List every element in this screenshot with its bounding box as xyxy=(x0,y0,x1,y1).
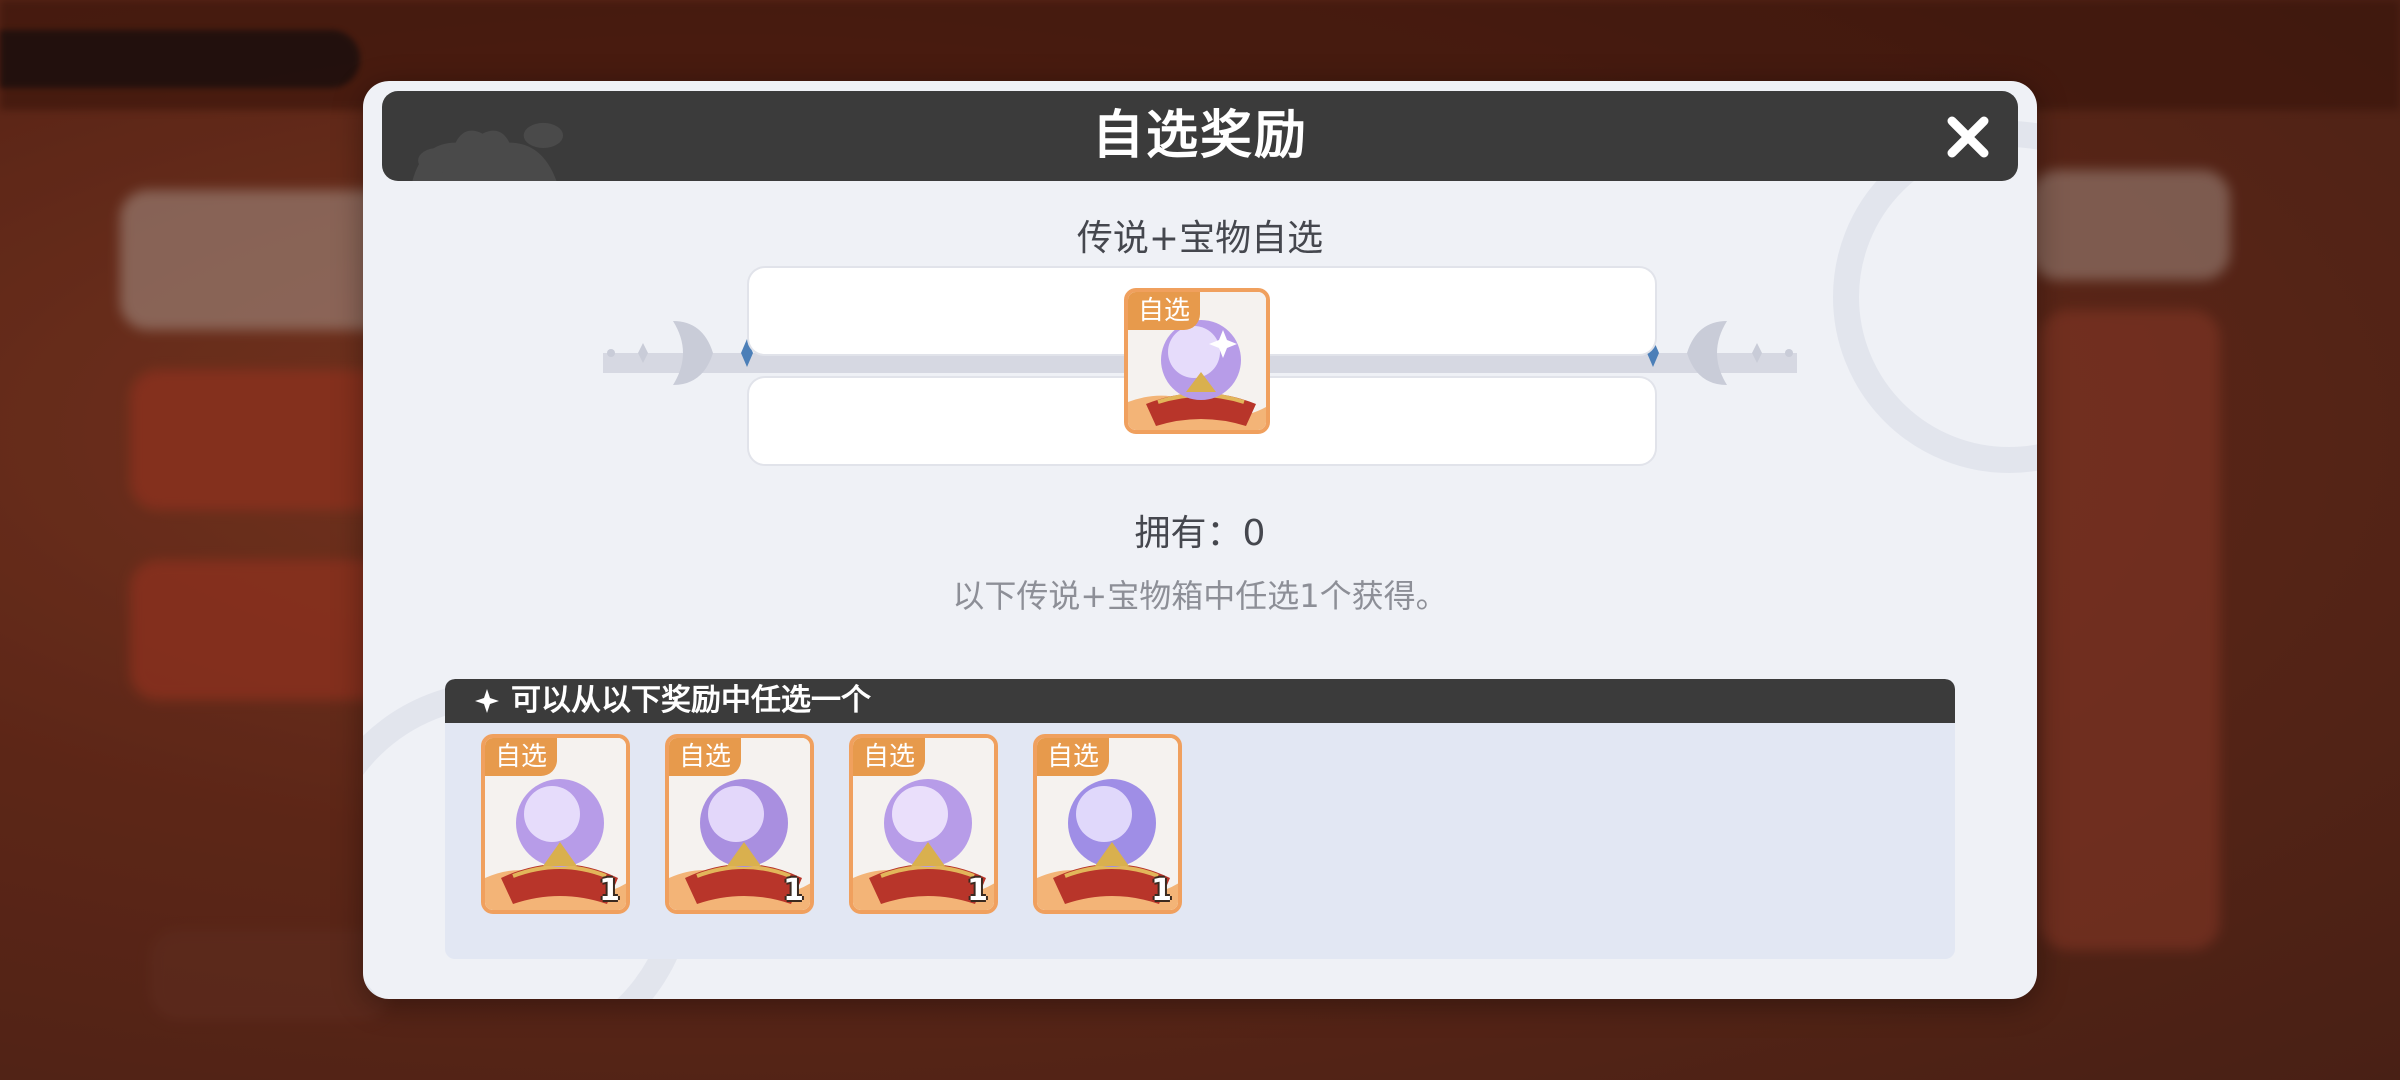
sparkle-icon xyxy=(475,689,499,713)
self-select-tag: 自选 xyxy=(485,738,558,776)
item-count: 1 xyxy=(967,873,988,908)
dialog-header: 自选奖励 xyxy=(382,91,2018,181)
owned-count: 拥有：0 xyxy=(1134,513,1266,554)
selection-hint: 以下传说+宝物箱中任选1个获得。 xyxy=(952,577,1448,615)
left-ornament-icon xyxy=(607,321,753,385)
self-select-tag: 自选 xyxy=(853,738,926,776)
reward-select-dialog: 自选奖励 传说+宝物自选 自选 拥有：0 以下传说+宝物箱中任选1个获得。 可以… xyxy=(363,81,2037,999)
item-name: 传说+宝物自选 xyxy=(1076,218,1324,259)
item-count: 1 xyxy=(1151,873,1172,908)
featured-item-card: 自选 xyxy=(1124,288,1270,434)
self-select-tag: 自选 xyxy=(669,738,742,776)
reward-item-card[interactable]: 自选 1 xyxy=(665,734,814,914)
right-ornament-icon xyxy=(1647,321,1793,385)
reward-options-header: 可以从以下奖励中任选一个 xyxy=(445,679,1955,723)
dialog-title: 自选奖励 xyxy=(1091,106,1308,166)
reward-item-card[interactable]: 自选 1 xyxy=(849,734,998,914)
self-select-tag: 自选 xyxy=(1128,292,1201,330)
reward-options-label: 可以从以下奖励中任选一个 xyxy=(511,683,871,718)
item-count: 1 xyxy=(783,873,804,908)
close-icon[interactable] xyxy=(1944,113,1992,161)
self-select-tag: 自选 xyxy=(1037,738,1110,776)
reward-item-card[interactable]: 自选 1 xyxy=(1033,734,1182,914)
item-count: 1 xyxy=(599,873,620,908)
reward-item-card[interactable]: 自选 1 xyxy=(481,734,630,914)
